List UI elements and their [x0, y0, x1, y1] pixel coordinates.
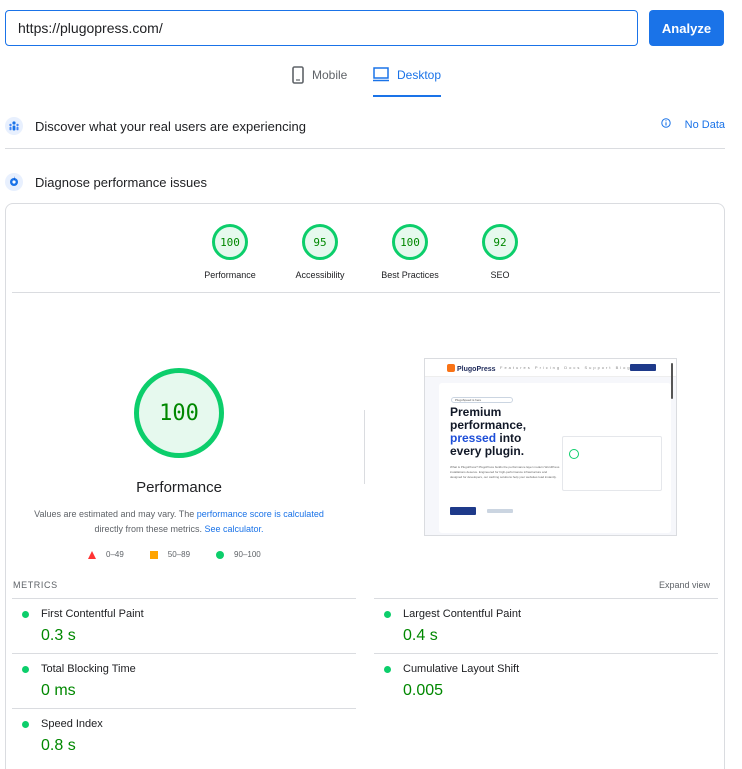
screenshot-secondary-button	[487, 509, 513, 513]
gauge-seo[interactable]: 92 SEO	[455, 224, 545, 280]
screenshot-navbar: PlugoPress Features Pricing Docs Support…	[425, 359, 676, 377]
users-icon	[5, 117, 23, 135]
expand-view-toggle[interactable]: Expand view	[659, 580, 710, 590]
metric-name: First Contentful Paint	[41, 608, 144, 620]
metric-tbt: Total Blocking Time 0 ms	[12, 653, 356, 708]
screenshot-scrollbar	[671, 363, 673, 399]
headline-accent: pressed	[450, 431, 497, 445]
score-legend: 0–49 50–89 90–100	[88, 550, 261, 559]
legend-range: 50–89	[167, 550, 191, 559]
metric-lcp: Largest Contentful Paint 0.4 s	[374, 598, 718, 653]
analyze-button[interactable]: Analyze	[649, 10, 724, 46]
score-note: Values are estimated and may vary. The p…	[26, 507, 332, 537]
gauge-label: Performance	[204, 270, 256, 280]
pass-dot-icon	[384, 666, 391, 673]
legend-range: 90–100	[234, 550, 261, 559]
metric-si: Speed Index 0.8 s	[12, 708, 356, 763]
screenshot-body: What is PlugoPress? PlugoPress builds th…	[450, 465, 560, 479]
pass-dot-icon	[22, 611, 29, 618]
screenshot-dashboard-preview	[562, 436, 662, 491]
metric-name: Cumulative Layout Shift	[403, 663, 520, 675]
discover-title: Discover what your real users are experi…	[35, 118, 306, 134]
headline-line: every plugin.	[450, 444, 525, 458]
gauges-divider	[12, 292, 720, 293]
score-circle: 92	[482, 224, 518, 260]
gauge-label: SEO	[490, 270, 510, 280]
screenshot-menu: Features Pricing Docs Support Blog	[500, 365, 632, 370]
screenshot-hero: PlugoSpeed is here Premium performance, …	[439, 383, 671, 533]
headline-rest: into	[496, 431, 522, 445]
performance-score-label: Performance	[136, 479, 222, 496]
no-data-label: No Data	[684, 118, 725, 131]
score-circle: 100	[212, 224, 248, 260]
discover-section: Discover what your real users are experi…	[5, 114, 725, 138]
metric-value: 0.4 s	[403, 627, 438, 644]
note-text: directly from these metrics.	[94, 524, 205, 534]
diagnose-title: Diagnose performance issues	[35, 174, 207, 190]
device-tabs: Mobile Desktop	[0, 66, 742, 98]
gauge-label: Accessibility	[295, 270, 345, 280]
note-text: Values are estimated and may vary. The	[34, 509, 197, 519]
info-icon	[660, 118, 671, 131]
screenshot-cta	[630, 364, 656, 371]
circle-icon	[216, 550, 225, 559]
metric-fcp: First Contentful Paint 0.3 s	[12, 598, 356, 653]
pass-dot-icon	[384, 611, 391, 618]
score-gauges: 100 Performance 95 Accessibility 100 Bes…	[6, 224, 724, 284]
report-panel: 100 Performance 95 Accessibility 100 Bes…	[5, 203, 725, 769]
url-input[interactable]	[5, 10, 638, 46]
metrics-heading: METRICS	[13, 580, 58, 590]
vertical-separator	[364, 410, 365, 484]
metric-value: 0.005	[403, 682, 444, 699]
no-data-indicator[interactable]: No Data	[660, 118, 725, 131]
tab-mobile[interactable]: Mobile	[292, 66, 347, 98]
gauge-performance[interactable]: 100 Performance	[185, 224, 275, 280]
screenshot-primary-button	[450, 507, 476, 515]
desktop-icon	[373, 66, 389, 82]
metric-value: 0.3 s	[41, 627, 76, 644]
square-icon	[149, 550, 158, 559]
metric-cls: Cumulative Layout Shift 0.005	[374, 653, 718, 708]
gauge-label: Best Practices	[381, 270, 439, 280]
tab-desktop[interactable]: Desktop	[373, 66, 442, 98]
gauge-best-practices[interactable]: 100 Best Practices	[365, 224, 455, 280]
pass-dot-icon	[22, 721, 29, 728]
legend-range: 0–49	[106, 550, 124, 559]
metric-name: Total Blocking Time	[41, 663, 136, 675]
screenshot-headline: Premium performance, pressed into every …	[450, 406, 580, 458]
metric-value: 0 ms	[41, 682, 76, 699]
screenshot-logo: PlugoPress	[447, 364, 496, 373]
lab-icon	[5, 173, 23, 191]
section-divider	[5, 148, 725, 149]
pass-dot-icon	[22, 666, 29, 673]
mobile-icon	[292, 66, 304, 84]
tab-desktop-label: Desktop	[397, 68, 442, 82]
tab-mobile-label: Mobile	[312, 68, 348, 82]
legend-average: 50–89	[149, 550, 191, 559]
diagnose-section: Diagnose performance issues	[5, 170, 725, 194]
triangle-icon	[88, 550, 96, 559]
performance-score-link[interactable]: performance score is calculated	[197, 509, 324, 519]
see-calculator-link[interactable]: See calculator.	[204, 524, 263, 534]
legend-fail: 0–49	[88, 550, 124, 559]
performance-score-gauge: 100	[134, 368, 224, 458]
page-screenshot: PlugoPress Features Pricing Docs Support…	[424, 358, 677, 536]
screenshot-pill: PlugoSpeed is here	[451, 397, 513, 403]
metric-name: Largest Contentful Paint	[403, 608, 522, 620]
legend-pass: 90–100	[216, 550, 261, 559]
metric-value: 0.8 s	[41, 737, 76, 754]
score-circle: 100	[392, 224, 428, 260]
screenshot-brand: PlugoPress	[457, 366, 496, 373]
metric-name: Speed Index	[41, 718, 103, 730]
score-circle: 95	[302, 224, 338, 260]
gauge-accessibility[interactable]: 95 Accessibility	[275, 224, 365, 280]
